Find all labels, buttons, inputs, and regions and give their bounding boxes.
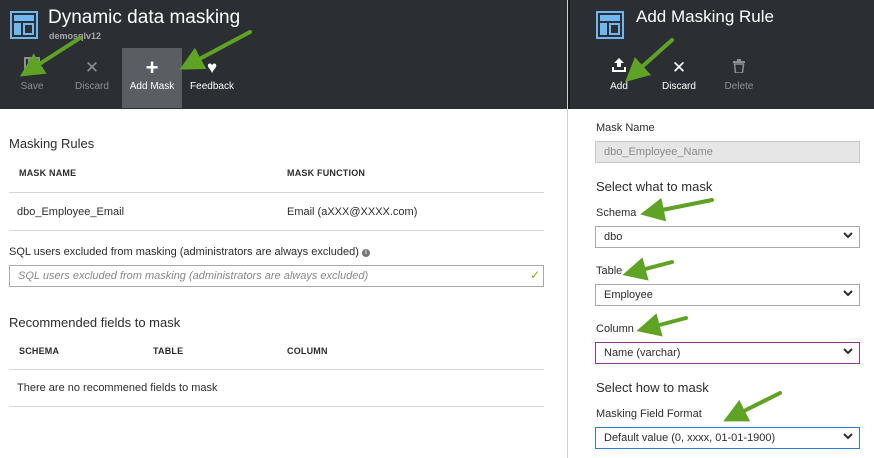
arrow-to-table [622, 257, 674, 281]
annotation-arrows [19, 30, 782, 422]
arrow-to-save [19, 36, 82, 77]
arrow-to-schema [640, 197, 714, 222]
arrow-to-add-mask [179, 30, 252, 70]
arrow-to-format [723, 391, 782, 422]
arrow-to-add [625, 38, 674, 83]
arrow-to-column [636, 313, 688, 337]
